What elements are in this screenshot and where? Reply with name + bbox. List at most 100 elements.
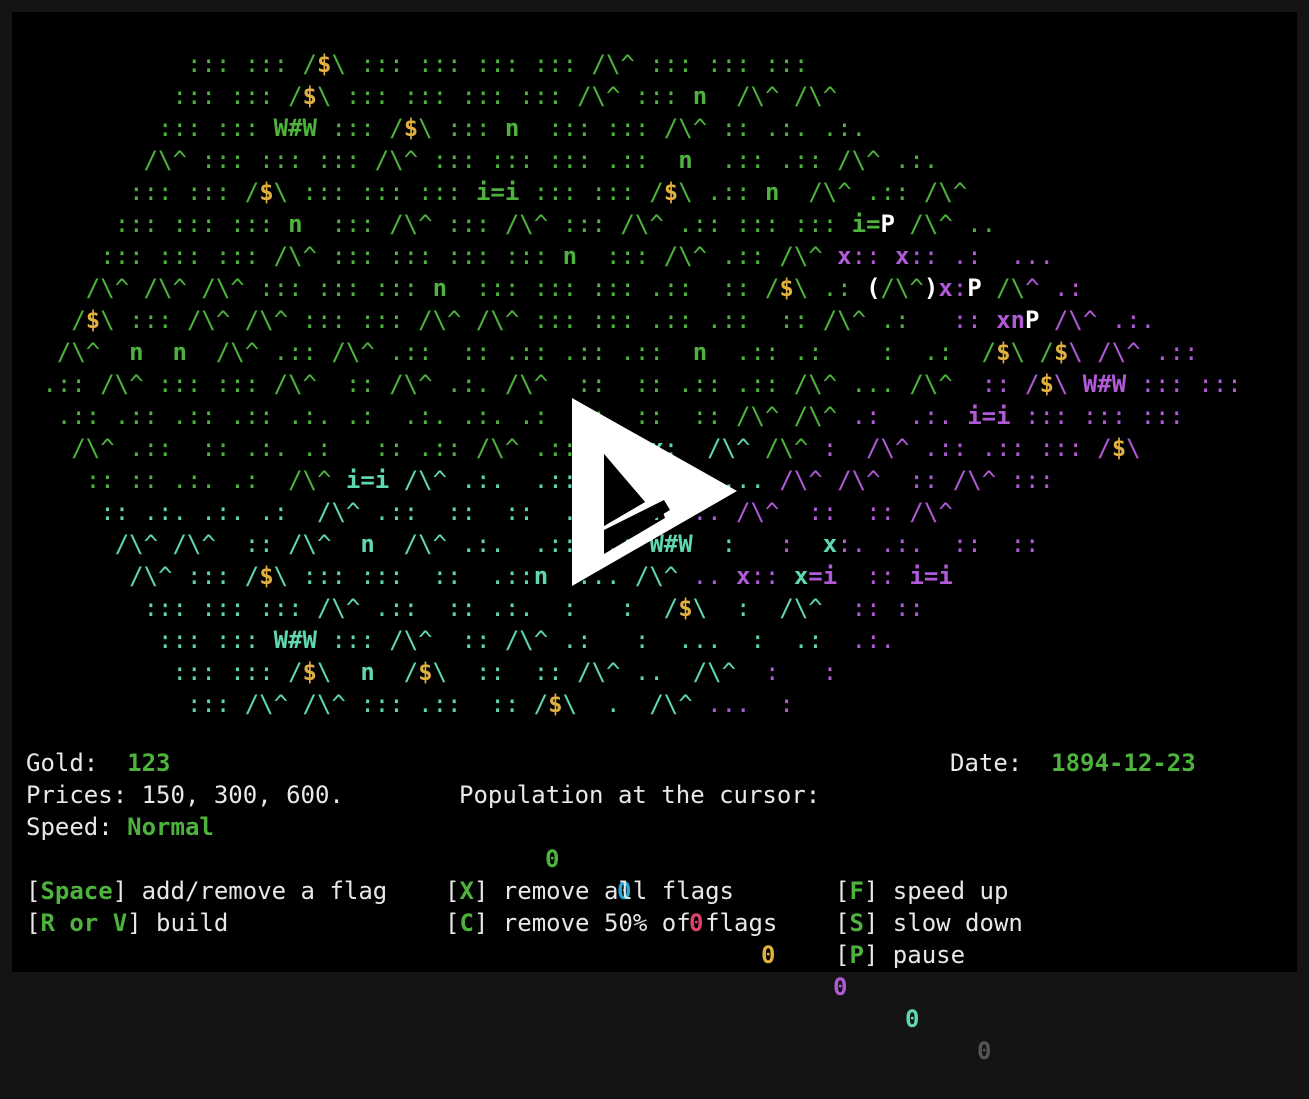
map-tile: P	[967, 274, 982, 302]
map-tile: $	[1053, 338, 1069, 366]
map-tile: W#W	[273, 114, 317, 142]
map-tile: /\^	[129, 562, 187, 590]
help-pause: [P] pause	[835, 941, 966, 969]
map-tile: :::	[447, 114, 505, 142]
map-tile: /\^ ..	[894, 210, 997, 238]
map-tile: n	[533, 562, 549, 590]
help-key-build[interactable]: R or V	[40, 909, 127, 937]
map-tile: \ . /\^	[562, 690, 708, 718]
map-tile: /\^ .:: /\^	[808, 178, 968, 206]
map-tile: ::	[750, 562, 794, 590]
map-tile: ::: ::: /	[129, 178, 260, 206]
map-tile: ::: /\^ /\^	[186, 690, 361, 718]
map-tile: ::: ::: ::: /\^ .::	[143, 594, 433, 622]
map-tile: :: /\^	[230, 530, 361, 558]
map-row: ::: ::: W#W ::: /\^ :: /\^ .: : ... : .:…	[158, 624, 895, 656]
play-icon[interactable]	[570, 396, 740, 591]
help-key-speed-up[interactable]: F	[849, 877, 863, 905]
map-tile: W#W	[273, 626, 317, 654]
map-tile: n	[562, 242, 578, 270]
map-tile: ::: ::: /\^	[548, 114, 722, 142]
map-row: ::: ::: /$\ ::: ::: ::: i=i ::: ::: /$\ …	[129, 176, 967, 208]
help-space: [Space] add/remove a flag	[26, 877, 388, 905]
map-tile: .:.	[822, 626, 895, 654]
map-tile: \	[1053, 370, 1083, 398]
population-count-1: 0	[545, 845, 560, 873]
map-tile: : /\^	[822, 434, 924, 462]
population-count-4: 0	[761, 941, 776, 969]
map-tile: :. .:. :: ::	[837, 530, 1040, 558]
map-tile: .:: .:: /\^	[692, 146, 895, 174]
help-key-remove-all[interactable]: X	[459, 877, 473, 905]
map-tile	[779, 178, 808, 206]
map-row: /\^ n n /\^ .:: /\^ .:: :: .:: .:: .:: n…	[57, 336, 1199, 368]
map-tile: :: ::	[851, 594, 924, 622]
map-tile	[519, 114, 548, 142]
map-tile: ::: /\^	[605, 242, 722, 270]
map-tile: :: .:. .:.	[100, 498, 260, 526]
map-tile	[144, 338, 173, 366]
map-tile: ::: ::: ::: :::	[331, 242, 563, 270]
population-count-5: 0	[833, 973, 848, 1001]
map-tile: /\^ /\^	[736, 82, 838, 110]
map-tile: .: ...	[952, 242, 1054, 270]
map-tile: ::: :::	[316, 274, 433, 302]
map-tile: :: /	[981, 370, 1040, 398]
map-tile: ^ :	[606, 82, 650, 110]
map-tile: : :	[736, 658, 838, 686]
map-row: ::: ::: /$\ ::: ::: ::: ::: /\^ ::: ::: …	[187, 48, 808, 80]
help-key-slow-down[interactable]: S	[849, 909, 863, 937]
map-tile: \	[1126, 434, 1141, 462]
map-tile: ::	[649, 82, 693, 110]
map-tile: /\^ .:	[504, 626, 635, 654]
map-tile: $	[302, 82, 317, 110]
map-tile: ::	[851, 242, 895, 270]
map-tile: : :: .::	[389, 562, 534, 590]
map-tile: /\^ .:.	[389, 466, 505, 494]
map-tile: ::: :::	[519, 178, 650, 206]
map-tile: ::: ::: ::: .:: ::	[475, 274, 765, 302]
map-tile: P	[1025, 306, 1040, 334]
map-tile: $	[548, 690, 563, 718]
map-row: /$\ ::: /\^ /\^ ::: ::: /\^ /\^ ::: ::: …	[71, 304, 1155, 336]
map-tile: \ ::: ::	[273, 562, 390, 590]
map-tile: ... :	[707, 690, 794, 718]
date-status: Date: 1894-12-23	[950, 747, 1196, 779]
map-tile: /\^ ::: ::: ::: /\^ ::: ::: ::: .::	[143, 146, 679, 174]
map-tile: /\^ /\^ :: /\^ :::	[779, 466, 1054, 494]
map-tile: \	[331, 50, 361, 78]
map-tile: /	[764, 274, 780, 302]
map-tile: ::: /	[317, 114, 404, 142]
map-tile: W#W	[1082, 370, 1127, 398]
map-tile: n	[288, 210, 303, 238]
map-tile: )	[923, 274, 939, 302]
help-remove-half: [C] remove 50% of flags	[445, 909, 778, 937]
map-tile: ::: /	[186, 562, 260, 590]
map-tile: n	[504, 114, 520, 142]
map-tile: /\^ .:.	[374, 530, 505, 558]
map-tile: \ /	[1010, 338, 1054, 366]
population-counts: 0 0 0 0 0 0 0	[545, 811, 991, 1099]
map-tile: n	[360, 530, 375, 558]
prices-text: Prices: 150, 300, 600.	[26, 781, 344, 809]
map-tile: \	[317, 658, 361, 686]
help-key-space[interactable]: Space	[40, 877, 112, 905]
map-tile: x	[894, 242, 910, 270]
help-text-remove-all: ] remove all flags	[473, 877, 734, 905]
help-key-remove-half[interactable]: C	[459, 909, 473, 937]
map-tile: /\^	[288, 466, 346, 494]
map-tile: :: .:. : :	[432, 594, 664, 622]
map-tile: .::	[707, 178, 765, 206]
map-tile: n	[692, 82, 708, 110]
map-tile: $	[418, 658, 433, 686]
help-text-remove-half: ] remove 50% of flags	[473, 909, 778, 937]
map-tile: ::: /\^ ::: /\^ ::: /\^ .:: ::: :::	[331, 210, 852, 238]
map-tile: i=i	[345, 466, 390, 494]
map-tile: ::: :::	[158, 626, 274, 654]
speed-value: Normal	[127, 813, 214, 841]
help-key-pause[interactable]: P	[849, 941, 863, 969]
map-tile: $	[259, 562, 274, 590]
map-tile: $	[663, 178, 679, 206]
map-tile: .:: .:: :::	[923, 434, 1098, 462]
map-tile: $	[85, 306, 101, 334]
